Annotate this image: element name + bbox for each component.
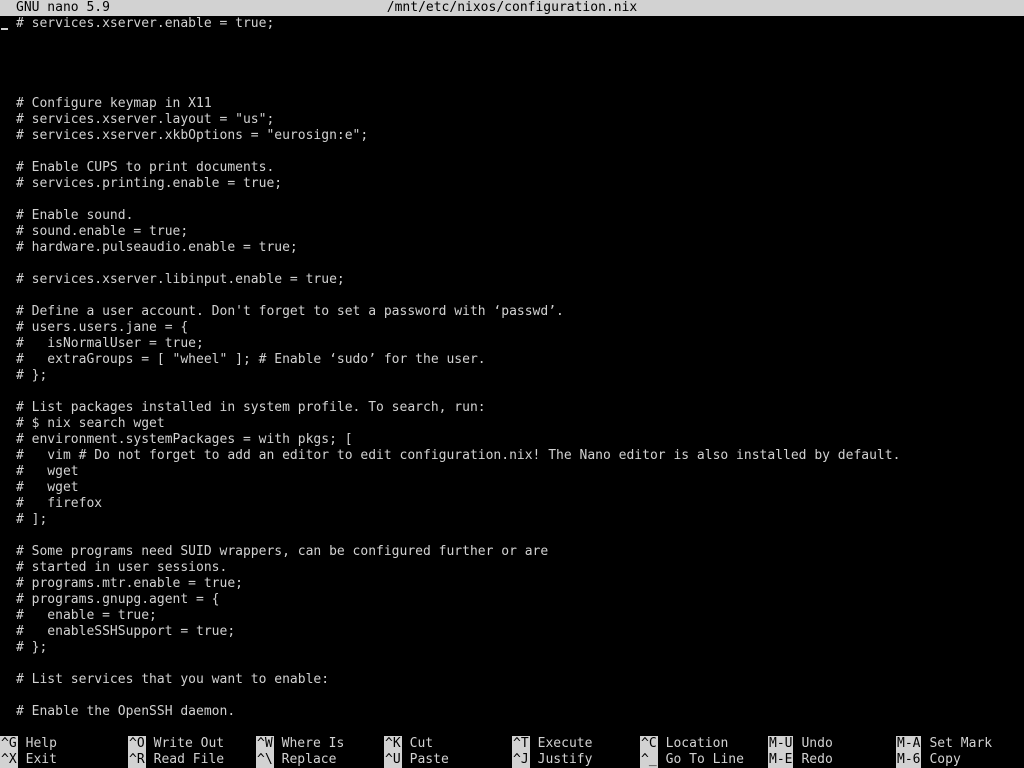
shortcut-read-file: ^R Read File	[128, 752, 224, 768]
shortcut-key: M-6	[896, 752, 922, 768]
editor-line[interactable]: # enableSSHSupport = true;	[0, 624, 1024, 640]
shortcut-key: ^O	[128, 736, 146, 752]
editor-line[interactable]: # wget	[0, 480, 1024, 496]
shortcut-label: Help	[25, 736, 57, 751]
editor-line[interactable]: # services.xserver.libinput.enable = tru…	[0, 272, 1024, 288]
shortcut-key: ^X	[0, 752, 18, 768]
shortcut-key: M-A	[896, 736, 922, 752]
editor-line[interactable]: # Some programs need SUID wrappers, can …	[0, 544, 1024, 560]
shortcut-key: ^T	[512, 736, 530, 752]
shortcut-key: M-U	[768, 736, 794, 752]
shortcut-key: ^C	[640, 736, 658, 752]
shortcut-label: Write Out	[153, 736, 225, 751]
editor-line[interactable]: # wget	[0, 464, 1024, 480]
editor-line[interactable]: # extraGroups = [ "wheel" ]; # Enable ‘s…	[0, 352, 1024, 368]
shortcut-help: ^G Help	[0, 736, 57, 752]
shortcut-label: Read File	[153, 752, 225, 767]
shortcut-redo: M-E Redo	[768, 752, 833, 768]
editor-line[interactable]	[0, 656, 1024, 672]
shortcut-key: ^J	[512, 752, 530, 768]
editor-line[interactable]	[0, 32, 1024, 48]
shortcut-label: Location	[665, 736, 729, 751]
editor-line[interactable]: # };	[0, 640, 1024, 656]
shortcut-copy: M-6 Copy	[896, 752, 961, 768]
editor-line[interactable]: # Enable CUPS to print documents.	[0, 160, 1024, 176]
shortcut-help-bar: ^G Help ^X Exit ^O Write Out ^R Read File ^W Wher…	[0, 736, 1024, 768]
shortcut-label: Undo	[801, 736, 833, 751]
editor-line[interactable]: # enable = true;	[0, 608, 1024, 624]
shortcut-label: Replace	[281, 752, 337, 767]
shortcut-key: ^\	[256, 752, 274, 768]
text-editor-area[interactable]: # services.xserver.enable = true; # Confi…	[0, 16, 1024, 736]
editor-line[interactable]: # };	[0, 368, 1024, 384]
editor-line[interactable]: # environment.systemPackages = with pkgs…	[0, 432, 1024, 448]
shortcut-label: Where Is	[281, 736, 345, 751]
editor-line[interactable]: # firefox	[0, 496, 1024, 512]
shortcut-paste: ^U Paste	[384, 752, 449, 768]
editor-line[interactable]	[0, 288, 1024, 304]
shortcut-go-to-line: ^_ Go To Line	[640, 752, 744, 768]
editor-line[interactable]	[0, 256, 1024, 272]
editor-line[interactable]: # sound.enable = true;	[0, 224, 1024, 240]
shortcut-label: Exit	[25, 752, 57, 767]
shortcut-key: ^K	[384, 736, 402, 752]
shortcut-key: ^W	[256, 736, 274, 752]
shortcut-label: Justify	[537, 752, 593, 767]
shortcut-location: ^C Location	[640, 736, 728, 752]
shortcut-replace: ^\ Replace	[256, 752, 336, 768]
shortcut-exit: ^X Exit	[0, 752, 57, 768]
editor-line[interactable]: # services.xserver.layout = "us";	[0, 112, 1024, 128]
editor-line[interactable]: # hardware.pulseaudio.enable = true;	[0, 240, 1024, 256]
title-bar: GNU nano 5.9 /mnt/etc/nixos/configuratio…	[0, 0, 1024, 16]
shortcut-label: Execute	[537, 736, 593, 751]
shortcut-label: Copy	[929, 752, 961, 767]
shortcut-justify: ^J Justify	[512, 752, 592, 768]
editor-line[interactable]: # programs.gnupg.agent = {	[0, 592, 1024, 608]
shortcut-execute: ^T Execute	[512, 736, 592, 752]
editor-line[interactable]	[0, 80, 1024, 96]
shortcut-label: Paste	[409, 752, 449, 767]
shortcut-label: Go To Line	[665, 752, 744, 767]
editor-line[interactable]	[0, 688, 1024, 704]
shortcut-cut: ^K Cut	[384, 736, 433, 752]
editor-line[interactable]	[0, 144, 1024, 160]
shortcut-key: ^U	[384, 752, 402, 768]
shortcut-label: Cut	[409, 736, 434, 751]
shortcut-key: ^_	[640, 752, 658, 768]
editor-line[interactable]: # programs.mtr.enable = true;	[0, 576, 1024, 592]
shortcut-undo: M-U Undo	[768, 736, 833, 752]
editor-line[interactable]: # List packages installed in system prof…	[0, 400, 1024, 416]
shortcut-where-is: ^W Where Is	[256, 736, 344, 752]
shortcut-write-out: ^O Write Out	[128, 736, 224, 752]
editor-line[interactable]: # List services that you want to enable:	[0, 672, 1024, 688]
editor-line[interactable]: # users.users.jane = {	[0, 320, 1024, 336]
shortcut-set-mark: M-A Set Mark	[896, 736, 992, 752]
file-path: /mnt/etc/nixos/configuration.nix	[386, 0, 638, 15]
editor-line[interactable]: # services.xserver.enable = true;	[0, 16, 1024, 32]
shortcut-key: ^R	[128, 752, 146, 768]
editor-line[interactable]	[0, 64, 1024, 80]
editor-line[interactable]	[0, 48, 1024, 64]
editor-line[interactable]: # Enable sound.	[0, 208, 1024, 224]
shortcut-key: ^G	[0, 736, 18, 752]
editor-line[interactable]	[0, 528, 1024, 544]
editor-line[interactable]: # Enable the OpenSSH daemon.	[0, 704, 1024, 720]
editor-line[interactable]: # started in user sessions.	[0, 560, 1024, 576]
editor-line[interactable]: # services.xserver.xkbOptions = "eurosig…	[0, 128, 1024, 144]
editor-line[interactable]: # vim # Do not forget to add an editor t…	[0, 448, 1024, 464]
editor-line[interactable]: # $ nix search wget	[0, 416, 1024, 432]
editor-line[interactable]: # Define a user account. Don't forget to…	[0, 304, 1024, 320]
editor-line[interactable]	[0, 192, 1024, 208]
shortcut-label: Set Mark	[929, 736, 993, 751]
shortcut-key: M-E	[768, 752, 794, 768]
editor-line[interactable]: # ];	[0, 512, 1024, 528]
editor-line[interactable]: # isNormalUser = true;	[0, 336, 1024, 352]
editor-line[interactable]	[0, 384, 1024, 400]
editor-line[interactable]: # services.printing.enable = true;	[0, 176, 1024, 192]
shortcut-label: Redo	[801, 752, 833, 767]
editor-line[interactable]: # Configure keymap in X11	[0, 96, 1024, 112]
